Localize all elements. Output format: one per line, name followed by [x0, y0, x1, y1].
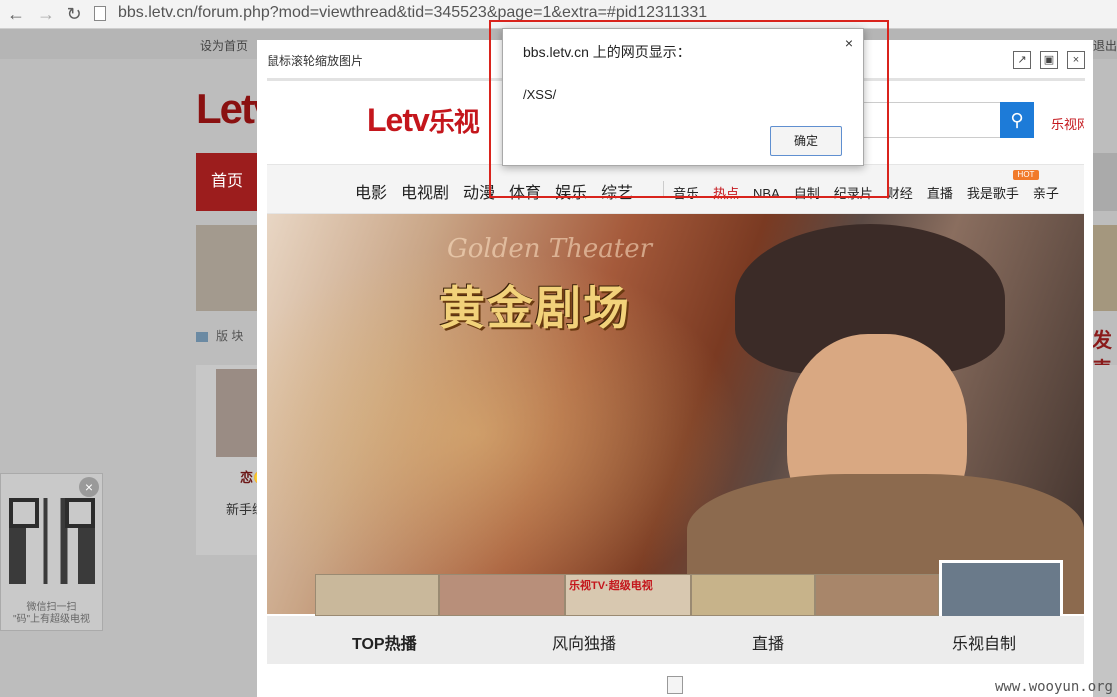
hot-badge: HOT	[1013, 170, 1039, 180]
search-icon[interactable]: ⚲	[1000, 102, 1034, 138]
thumbnail[interactable]	[691, 574, 815, 616]
alert-message: /XSS/	[523, 87, 557, 102]
nav-sub-item[interactable]: 我是歌手	[967, 186, 1019, 201]
logo-chinese: 乐视	[428, 107, 480, 137]
close-icon[interactable]: ×	[845, 35, 853, 51]
alert-dialog: bbs.letv.cn 上的网页显示： × /XSS/ 确定	[502, 28, 864, 166]
bg-skyline-image	[196, 225, 258, 311]
home-icon[interactable]	[196, 331, 208, 342]
golden-theater-banner[interactable]: Golden Theater 黄金剧场 乐视TV·超级电视	[267, 214, 1084, 622]
letv-link[interactable]: 乐视网	[1051, 114, 1084, 133]
watermark: www.wooyun.org	[994, 679, 1113, 695]
back-arrow-icon[interactable]: ←	[6, 4, 26, 24]
viewer-controls: ↗ ▣ ×	[1004, 50, 1085, 69]
nav-sub-item[interactable]: 直播	[927, 186, 953, 201]
broken-image-icon	[667, 676, 683, 694]
open-new-window-icon[interactable]: ↗	[1013, 51, 1031, 69]
reload-icon[interactable]: ↻	[64, 4, 84, 24]
logo-latin: Letv	[367, 102, 430, 138]
nav-item[interactable]: 电视剧	[401, 185, 449, 202]
tab-live[interactable]: 直播	[752, 630, 784, 654]
close-icon[interactable]: ×	[79, 477, 99, 497]
ok-button[interactable]: 确定	[770, 126, 842, 156]
banner-subtitle: Golden Theater	[447, 234, 653, 264]
avatar[interactable]	[216, 369, 258, 457]
breadcrumb: 版 块	[196, 327, 243, 344]
banner-title: 黄金剧场	[439, 281, 631, 335]
nav-sub-item[interactable]: 亲子	[1033, 186, 1059, 201]
tab-top-hot[interactable]: TOP热播	[352, 630, 417, 654]
letv-logo: Letv乐视	[367, 102, 480, 139]
logout-link[interactable]: 退出	[1093, 37, 1117, 54]
nav-sub-item[interactable]: 财经	[887, 186, 913, 201]
content-tabs: TOP热播 风向独播 直播 乐视自制	[267, 616, 1084, 664]
thumbnail-active[interactable]	[939, 560, 1063, 622]
zoom-hint: 鼠标滚轮缩放图片	[267, 54, 364, 68]
qr-widget: × 微信扫一扫 "码"上有超级电视	[0, 473, 103, 631]
page-icon	[94, 6, 106, 21]
thumbnail[interactable]	[315, 574, 439, 616]
thumbnail-label: 乐视TV·超级电视	[569, 580, 653, 592]
close-icon[interactable]: ×	[1067, 51, 1085, 69]
qr-code-image	[9, 498, 95, 584]
actual-size-icon[interactable]: ▣	[1040, 51, 1058, 69]
set-homepage-link[interactable]: 设为首页	[200, 37, 248, 54]
qr-caption-2: "码"上有超级电视	[12, 614, 91, 625]
alert-title: bbs.letv.cn 上的网页显示：	[523, 44, 691, 60]
bg-nav-home[interactable]: 首页	[196, 153, 258, 211]
banner-thumbnails: 乐视TV·超级电视	[315, 560, 1084, 622]
forward-arrow-icon[interactable]: →	[36, 4, 56, 24]
nav-item[interactable]: 电影	[355, 185, 387, 202]
thumbnail[interactable]	[815, 574, 939, 616]
breadcrumb-item[interactable]: 版 块	[216, 329, 243, 343]
thumbnail[interactable]	[439, 574, 565, 616]
tab-original[interactable]: 乐视自制	[952, 630, 1016, 654]
tab-exclusive[interactable]: 风向独播	[552, 630, 616, 654]
